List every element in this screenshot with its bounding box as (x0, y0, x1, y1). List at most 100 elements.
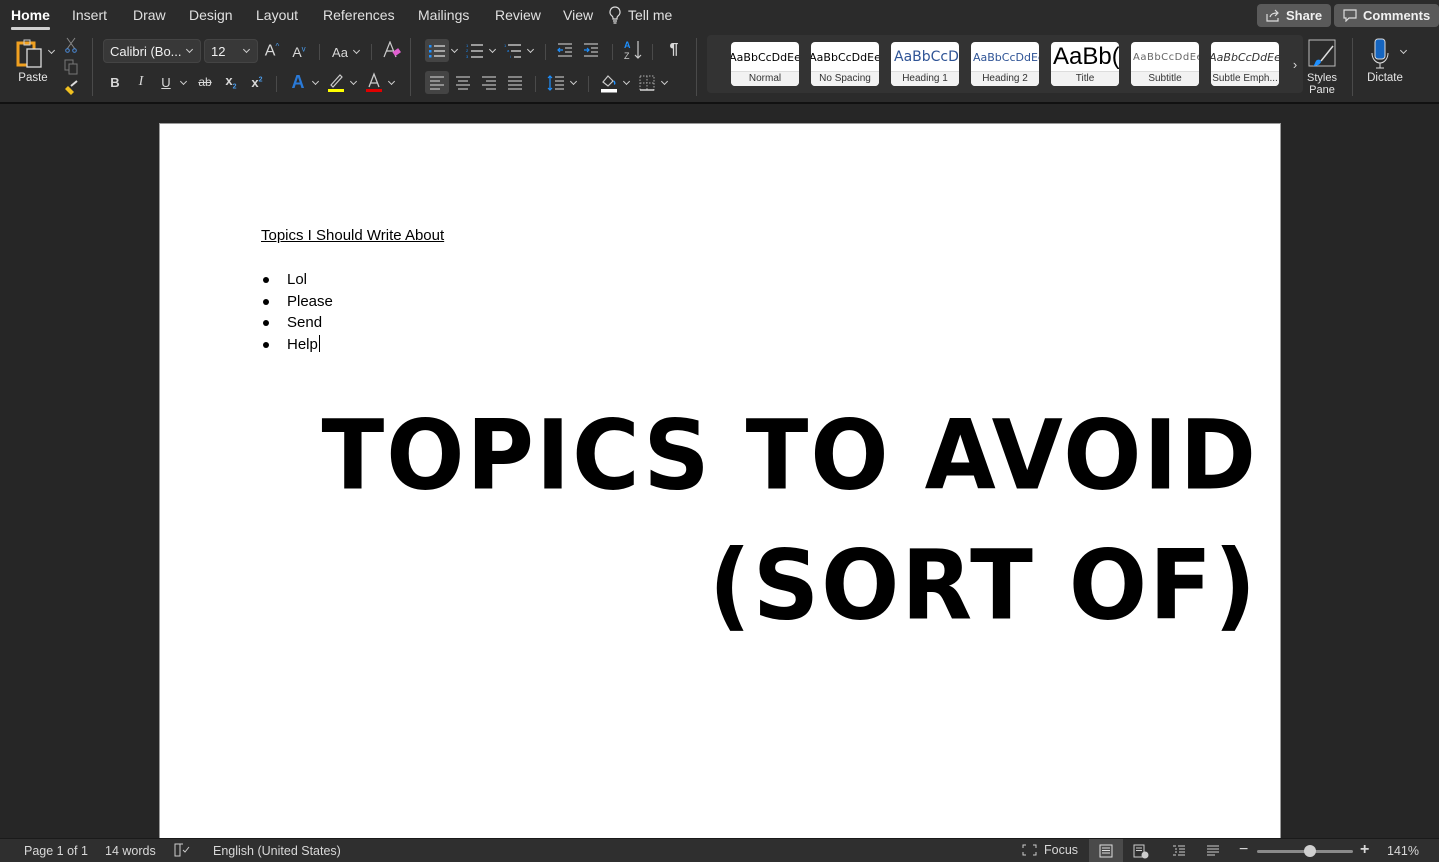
divider (535, 76, 536, 92)
underline-chevron-icon[interactable] (180, 79, 188, 87)
tab-design[interactable]: Design (189, 7, 233, 23)
list-item-text: Send (287, 314, 323, 331)
language-indicator[interactable]: English (United States) (213, 844, 341, 858)
change-case-chevron-icon[interactable] (353, 48, 361, 56)
zoom-in-button[interactable]: + (1360, 841, 1369, 859)
proofing-button[interactable] (174, 843, 190, 860)
format-painter-button[interactable] (62, 79, 80, 97)
tab-mailings[interactable]: Mailings (418, 7, 469, 23)
word-count[interactable]: 14 words (105, 844, 156, 858)
tab-draw[interactable]: Draw (133, 7, 166, 23)
justify-button[interactable] (505, 71, 525, 94)
numbering-chevron-icon[interactable] (489, 47, 497, 55)
chevron-down-icon (186, 47, 194, 55)
style-heading-2[interactable]: AaBbCcDdEe Heading 2 (971, 42, 1039, 86)
multilevel-chevron-icon[interactable] (527, 47, 535, 55)
multilevel-list-button[interactable]: 1ai (503, 39, 523, 62)
document-page[interactable]: Topics I Should Write About Lol Please S… (159, 123, 1281, 838)
align-center-button[interactable] (453, 71, 473, 94)
highlight-button[interactable] (327, 71, 345, 93)
big-heading-line-1[interactable]: TOPICS TO AVOID (322, 399, 1258, 511)
paste-options-chevron-icon[interactable] (48, 48, 56, 56)
share-button[interactable]: Share (1257, 4, 1332, 27)
shrink-font-button[interactable]: Av (289, 42, 309, 62)
print-layout-view-button[interactable] (1089, 839, 1123, 862)
align-right-button[interactable] (479, 71, 499, 94)
font-color-button[interactable] (365, 71, 383, 93)
style-sample: AaBbCcDdEe (1133, 51, 1199, 63)
list-item[interactable]: Send (261, 312, 333, 334)
font-size-dropdown[interactable]: 12 (204, 39, 258, 63)
dictate-button[interactable] (1368, 36, 1392, 72)
draft-view-button[interactable] (1196, 839, 1230, 862)
tab-layout[interactable]: Layout (256, 7, 298, 23)
font-color-chevron-icon[interactable] (388, 79, 396, 87)
bold-button[interactable]: B (106, 73, 124, 91)
zoom-percentage[interactable]: 141% (1387, 844, 1419, 858)
change-case-button[interactable]: Aa (330, 42, 350, 62)
list-item[interactable]: Lol (261, 269, 333, 291)
grow-font-button[interactable]: A^ (262, 41, 282, 61)
cut-button[interactable] (62, 36, 80, 54)
comments-label: Comments (1363, 8, 1431, 23)
styles-more-button[interactable]: › (1289, 55, 1301, 73)
paste-button[interactable] (15, 37, 45, 71)
list-item[interactable]: Please (261, 291, 333, 313)
comments-button[interactable]: Comments (1334, 4, 1439, 27)
style-subtle-emphasis[interactable]: AaBbCcDdEe Subtle Emph... (1211, 42, 1279, 86)
list-item[interactable]: Help (261, 334, 333, 356)
tab-insert[interactable]: Insert (72, 7, 107, 23)
decrease-indent-icon (557, 43, 572, 57)
borders-button[interactable] (637, 71, 657, 94)
line-spacing-button[interactable] (546, 71, 566, 94)
tab-home[interactable]: Home (11, 7, 50, 30)
strikethrough-button[interactable]: ab (195, 73, 215, 91)
bullets-button[interactable] (425, 39, 449, 62)
dictate-chevron-icon[interactable] (1400, 48, 1408, 56)
comment-icon (1343, 9, 1357, 22)
web-layout-view-button[interactable] (1124, 839, 1158, 862)
increase-indent-button[interactable] (582, 41, 600, 59)
list-item-text: Help (287, 335, 318, 353)
tab-review[interactable]: Review (495, 7, 541, 23)
tell-me-search[interactable]: Tell me (608, 6, 672, 24)
text-effects-icon: A (291, 71, 305, 92)
style-subtitle[interactable]: AaBbCcDdEe Subtitle (1131, 42, 1199, 86)
style-no-spacing[interactable]: AaBbCcDdEe No Spacing (811, 42, 879, 86)
tab-references[interactable]: References (323, 7, 395, 23)
superscript-button[interactable]: x2 (248, 73, 266, 91)
copy-button[interactable] (62, 58, 80, 76)
document-heading[interactable]: Topics I Should Write About (261, 227, 444, 244)
bullets-chevron-icon[interactable] (451, 47, 459, 55)
font-name-dropdown[interactable]: Calibri (Bo... (103, 39, 201, 63)
text-effects-button[interactable]: A (288, 72, 308, 92)
decrease-indent-button[interactable] (556, 41, 574, 59)
big-heading-line-2[interactable]: (SORT OF) (709, 529, 1258, 641)
style-heading-1[interactable]: AaBbCcDc Heading 1 (891, 42, 959, 86)
clear-formatting-button[interactable] (382, 40, 402, 60)
subscript-button[interactable]: x2 (222, 73, 240, 91)
text-effects-chevron-icon[interactable] (312, 79, 320, 87)
line-spacing-chevron-icon[interactable] (570, 79, 578, 87)
underline-button[interactable]: U (157, 73, 175, 91)
zoom-out-button[interactable]: − (1239, 841, 1248, 859)
italic-button[interactable]: I (132, 73, 150, 91)
style-normal[interactable]: AaBbCcDdEe Normal (731, 42, 799, 86)
style-name: No Spacing (811, 71, 879, 86)
focus-button[interactable]: Focus (1022, 843, 1078, 857)
tab-view[interactable]: View (563, 7, 593, 23)
shading-chevron-icon[interactable] (623, 79, 631, 87)
borders-chevron-icon[interactable] (661, 79, 669, 87)
numbering-button[interactable]: 123 (465, 39, 485, 62)
outline-view-button[interactable] (1162, 839, 1196, 862)
highlight-chevron-icon[interactable] (350, 79, 358, 87)
subscript-icon: x2 (225, 73, 237, 91)
zoom-slider-thumb[interactable] (1303, 845, 1316, 857)
sort-button[interactable]: AZ (622, 39, 644, 61)
shading-button[interactable] (599, 71, 619, 94)
align-left-button[interactable] (425, 71, 449, 94)
style-title[interactable]: AaBb( Title (1051, 42, 1119, 86)
page-count[interactable]: Page 1 of 1 (24, 844, 88, 858)
show-formatting-button[interactable]: ¶ (664, 40, 684, 60)
styles-pane-button[interactable] (1307, 37, 1337, 71)
